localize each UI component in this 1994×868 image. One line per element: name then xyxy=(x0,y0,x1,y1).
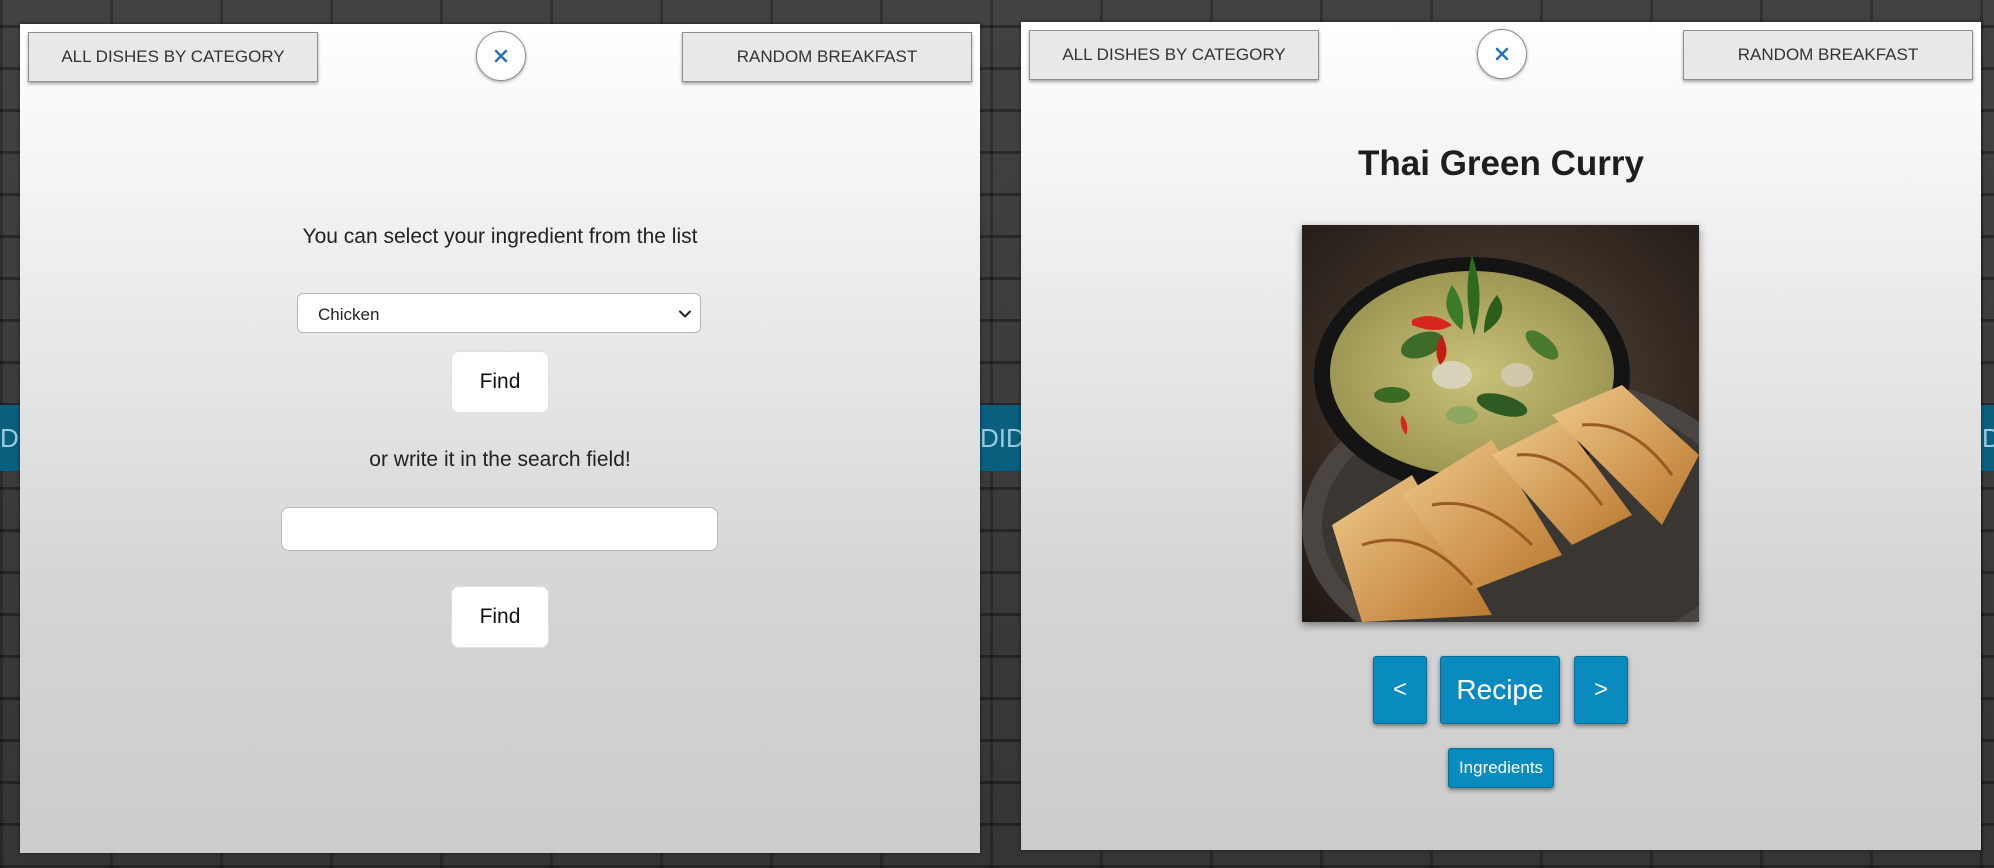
recipe-button[interactable]: Recipe xyxy=(1440,656,1560,724)
random-breakfast-button[interactable]: RANDOM BREAKFAST xyxy=(1683,30,1973,80)
dish-photo xyxy=(1302,225,1699,622)
ingredient-search-modal: ALL DISHES BY CATEGORY RANDOM BREAKFAST … xyxy=(20,24,980,853)
ingredient-search-input[interactable] xyxy=(281,507,718,551)
write-prompt: or write it in the search field! xyxy=(369,448,631,471)
close-button[interactable] xyxy=(1477,29,1527,79)
previous-dish-button[interactable]: < xyxy=(1373,656,1427,724)
banner-text-middle: DID xyxy=(980,423,1025,453)
all-dishes-by-category-button[interactable]: ALL DISHES BY CATEGORY xyxy=(28,32,318,82)
close-icon xyxy=(1495,47,1509,61)
banner-text-right: D xyxy=(1982,423,1994,453)
select-prompt: You can select your ingredient from the … xyxy=(302,225,698,248)
find-by-list-button[interactable]: Find xyxy=(451,351,549,413)
close-icon xyxy=(494,49,508,63)
ingredient-select[interactable]: Chicken xyxy=(297,293,701,333)
close-button[interactable] xyxy=(476,31,526,81)
ingredient-select-value: Chicken xyxy=(318,305,380,324)
random-breakfast-button[interactable]: RANDOM BREAKFAST xyxy=(682,32,972,82)
dish-title: Thai Green Curry xyxy=(1358,144,1644,183)
next-dish-button[interactable]: > xyxy=(1574,656,1628,724)
banner-text-left: D xyxy=(0,423,19,453)
dish-result-modal: ALL DISHES BY CATEGORY RANDOM BREAKFAST … xyxy=(1021,22,1981,850)
find-by-search-button[interactable]: Find xyxy=(451,586,549,648)
ingredients-button[interactable]: Ingredients xyxy=(1448,748,1554,788)
all-dishes-by-category-button[interactable]: ALL DISHES BY CATEGORY xyxy=(1029,30,1319,80)
thai-green-curry-image xyxy=(1302,225,1699,622)
chevron-down-icon xyxy=(679,310,691,318)
